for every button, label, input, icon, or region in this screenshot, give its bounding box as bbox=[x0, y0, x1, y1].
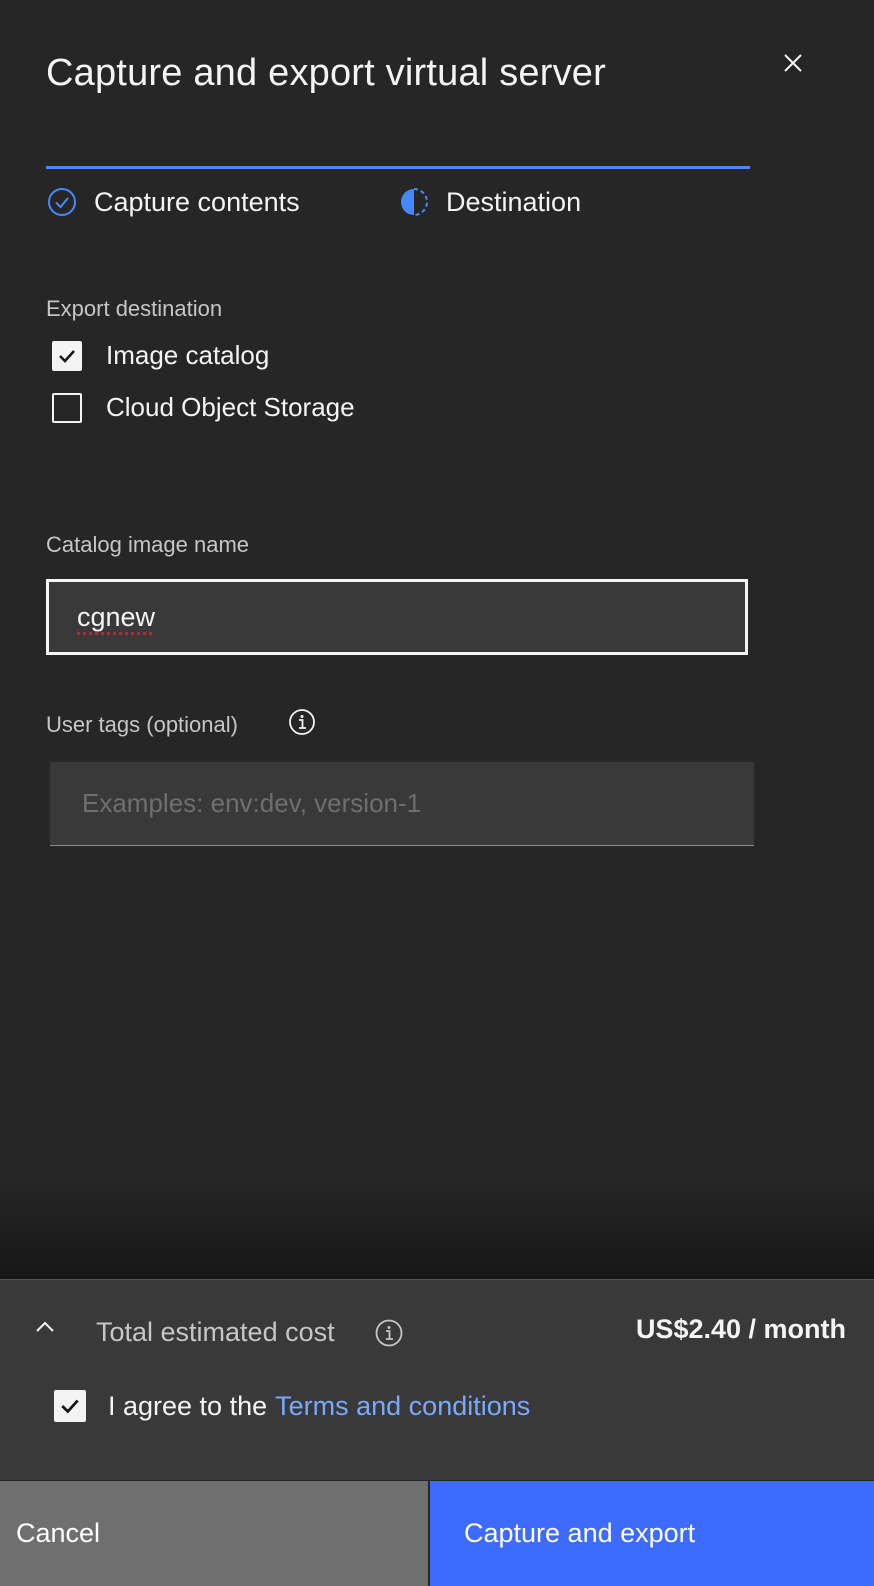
checkbox-checked[interactable] bbox=[52, 340, 82, 371]
checkbox-label: Image catalog bbox=[106, 340, 270, 370]
progress-indicator-bar bbox=[46, 166, 750, 169]
close-button[interactable] bbox=[780, 50, 806, 76]
terms-agreement[interactable]: I agree to the Terms and conditions bbox=[54, 1390, 530, 1422]
step-label: Capture contents bbox=[94, 186, 300, 217]
checkmark-outline-icon bbox=[46, 186, 78, 218]
capture-and-export-button[interactable]: Capture and export bbox=[430, 1481, 874, 1586]
checkmark-icon bbox=[59, 349, 75, 363]
modal-title: Capture and export virtual server bbox=[46, 52, 606, 94]
catalog-image-name-value: cgnew bbox=[77, 601, 156, 632]
catalog-image-name-input[interactable]: cgnew bbox=[46, 579, 748, 655]
chevron-up-icon bbox=[36, 1321, 54, 1332]
info-icon[interactable] bbox=[288, 708, 316, 736]
progress-step-destination[interactable]: Destination bbox=[398, 186, 581, 218]
step-label: Destination bbox=[446, 186, 582, 217]
total-estimated-cost-value: US$2.40 / month bbox=[635, 1314, 846, 1344]
catalog-image-name-label: Catalog image name bbox=[46, 532, 250, 557]
incomplete-icon bbox=[398, 186, 430, 218]
terms-prefix: I agree to the bbox=[108, 1390, 268, 1421]
user-tags-input[interactable] bbox=[50, 762, 754, 846]
checkbox-label: Cloud Object Storage bbox=[106, 392, 355, 422]
close-icon bbox=[784, 54, 802, 72]
terms-checkbox[interactable] bbox=[54, 1390, 86, 1422]
capture-export-modal: Capture and export virtual server Captur… bbox=[0, 0, 874, 1586]
scroll-fade bbox=[0, 1180, 874, 1280]
user-tags-label: User tags (optional) bbox=[46, 712, 238, 737]
total-estimated-cost-label: Total estimated cost bbox=[96, 1317, 335, 1347]
expand-cost-button[interactable] bbox=[30, 1312, 60, 1342]
terms-link[interactable]: Terms and conditions bbox=[275, 1391, 530, 1422]
progress-step-capture-contents[interactable]: Capture contents bbox=[46, 186, 300, 218]
image-catalog-checkbox[interactable]: Image catalog bbox=[52, 340, 269, 371]
export-destination-label: Export destination bbox=[46, 296, 223, 321]
cost-info-icon[interactable] bbox=[374, 1318, 404, 1348]
cloud-object-storage-checkbox[interactable]: Cloud Object Storage bbox=[52, 392, 355, 423]
checkbox-unchecked[interactable] bbox=[52, 392, 82, 423]
cancel-button[interactable]: Cancel bbox=[0, 1481, 428, 1586]
checkmark-icon bbox=[61, 1399, 79, 1414]
cost-summary-panel bbox=[0, 1279, 874, 1480]
